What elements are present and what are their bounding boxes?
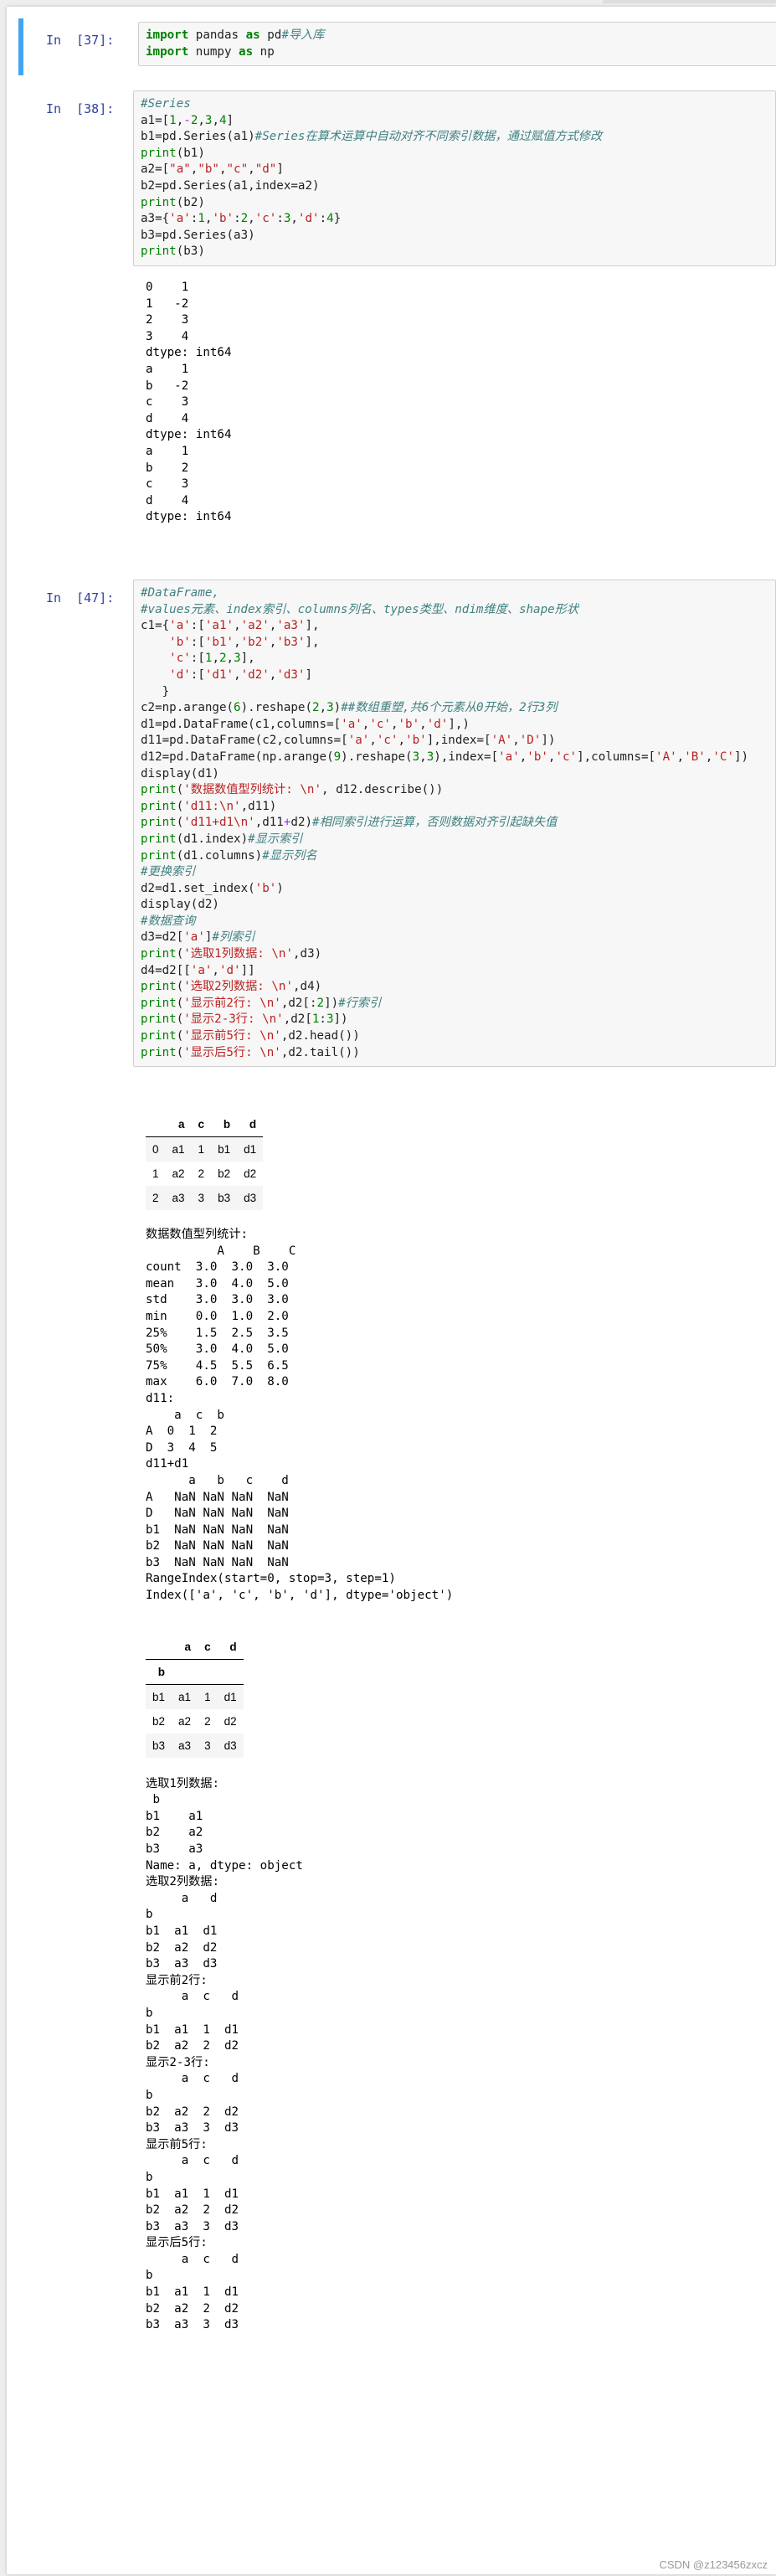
column-header: d — [237, 1112, 264, 1137]
table-row: b1 a1 1 d1 — [146, 1684, 244, 1709]
column-header — [146, 1112, 166, 1137]
column-header: a — [165, 1112, 192, 1137]
column-header: d — [217, 1634, 244, 1660]
column-header: c — [191, 1112, 212, 1137]
table-cell: b2 — [218, 1167, 231, 1180]
cell-output: acbd 0 a1 1 b1 d1 1 a2 2 b2 d2 2 a3 3 b3 d3 数据数值型列统计: … — [146, 1112, 453, 2334]
row-index: 1 — [152, 1167, 159, 1180]
index-name: b — [146, 1659, 172, 1685]
table-cell: b1 — [218, 1143, 231, 1156]
column-header: a — [172, 1634, 198, 1660]
code-cell-37[interactable]: In [37]: import pandas as pd#导入库 import … — [18, 18, 776, 75]
table-cell: 2 — [204, 1714, 211, 1728]
table-row: b3 a3 3 d3 — [146, 1733, 244, 1758]
table-cell: d1 — [244, 1143, 257, 1156]
row-index: b1 — [152, 1690, 166, 1703]
table-row: 2 a3 3 b3 d3 — [146, 1186, 264, 1210]
table-cell: 3 — [198, 1192, 205, 1204]
code-editor[interactable]: #Series a1=[1,-2,3,4] b1=pd.Series(a1)#S… — [133, 90, 776, 266]
table-cell: d2 — [224, 1714, 237, 1728]
column-header — [146, 1634, 172, 1660]
row-index: 2 — [152, 1192, 159, 1204]
stdout-text-2: 选取1列数据: b b1 a1 b2 a2 b3 a3 Name: a, dty… — [146, 1776, 303, 2332]
table-cell: a2 — [172, 1167, 185, 1180]
row-index: 0 — [152, 1143, 159, 1156]
input-prompt: In [38]: — [46, 101, 115, 116]
table-cell: d2 — [244, 1167, 257, 1180]
table-row: b2 a2 2 d2 — [146, 1709, 244, 1734]
empty-header — [217, 1659, 244, 1685]
table-cell: 1 — [198, 1143, 205, 1156]
table-cell: b3 — [218, 1192, 231, 1204]
dataframe-d2: acd b b1 a1 1 d1 b2 a2 2 d2 b3 a3 3 d3 — [146, 1634, 244, 1758]
top-toolbar-edge — [603, 0, 776, 3]
column-header: c — [198, 1634, 218, 1660]
table-row: 1 a2 2 b2 d2 — [146, 1162, 263, 1186]
table-cell: 1 — [204, 1690, 211, 1703]
table-cell: d1 — [224, 1690, 237, 1703]
table-cell: a2 — [178, 1714, 192, 1728]
notebook-page: In [37]: import pandas as pd#导入库 import … — [7, 7, 776, 2574]
table-cell: a1 — [172, 1143, 185, 1156]
row-index: b3 — [152, 1739, 166, 1752]
table-cell: d3 — [224, 1739, 237, 1752]
input-prompt: In [37]: — [46, 33, 115, 48]
cell-output: 0 1 1 -2 2 3 3 4 dtype: int64 a 1 b -2 c… — [146, 280, 232, 526]
table-cell: 3 — [204, 1739, 211, 1752]
table-cell: a1 — [178, 1690, 192, 1703]
code-cell-47[interactable]: In [47]: #DataFrame, #values元素、index索引、c… — [18, 576, 776, 2469]
code-editor[interactable]: import pandas as pd#导入库 import numpy as … — [138, 22, 776, 67]
code-editor[interactable]: #DataFrame, #values元素、index索引、columns列名、… — [133, 580, 776, 1068]
stdout-text: 0 1 1 -2 2 3 3 4 dtype: int64 a 1 b -2 c… — [146, 281, 232, 524]
table-cell: 2 — [198, 1167, 205, 1180]
table-row: 0 a1 1 b1 d1 — [146, 1136, 264, 1162]
dataframe-d1: acbd 0 a1 1 b1 d1 1 a2 2 b2 d2 2 a3 3 b3 d3 — [146, 1112, 264, 1210]
row-index: b2 — [152, 1714, 166, 1728]
table-cell: a3 — [172, 1192, 185, 1204]
stdout-text-1: 数据数值型列统计: A B C count 3.0 3.0 3.0 mean 3… — [146, 1228, 454, 1603]
input-prompt: In [47]: — [46, 590, 115, 605]
code-cell-38[interactable]: In [38]: #Series a1=[1,-2,3,4] b1=pd.Ser… — [18, 87, 776, 556]
empty-header — [198, 1659, 218, 1685]
table-cell: d3 — [244, 1192, 257, 1204]
empty-header — [172, 1659, 198, 1685]
watermark: CSDN @z123456zxcz — [659, 2558, 768, 2571]
column-header: b — [211, 1112, 238, 1137]
table-cell: a3 — [178, 1739, 192, 1752]
